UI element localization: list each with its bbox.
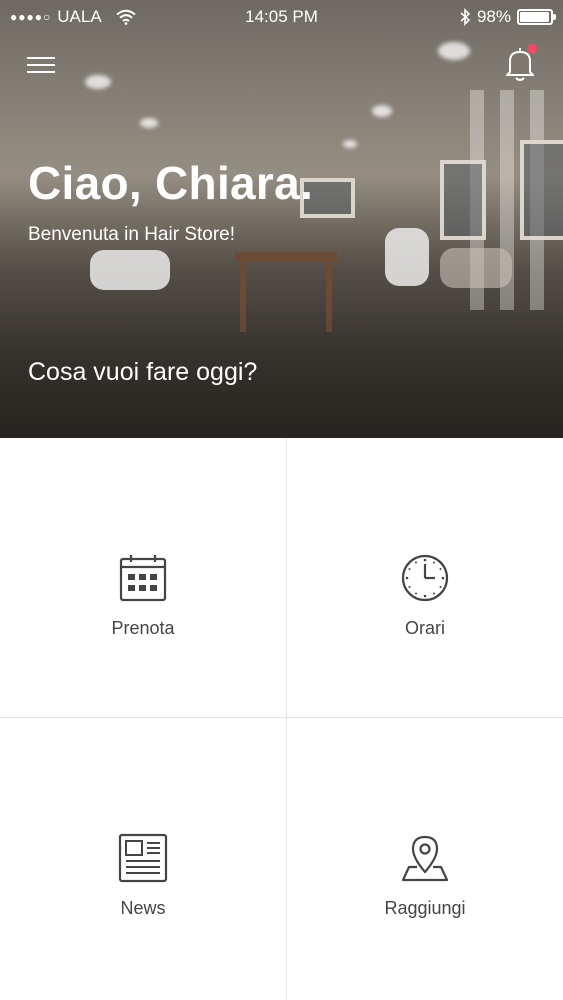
signal-strength: ●●●●○ (10, 10, 52, 24)
action-news[interactable]: News (0, 718, 286, 1000)
battery-icon (517, 9, 556, 25)
hamburger-menu-icon (27, 57, 55, 59)
salon-chair (385, 228, 429, 286)
notifications-button[interactable] (503, 44, 539, 84)
mirror (440, 160, 486, 240)
action-label: Raggiungi (384, 898, 466, 918)
salon-chair (90, 250, 170, 290)
notification-badge (527, 44, 537, 54)
clock-icon (401, 554, 449, 602)
mirror (520, 140, 563, 240)
action-prompt: Cosa vuoi fare oggi? (28, 358, 258, 386)
action-label: Orari (405, 618, 445, 638)
salon-chair (440, 248, 512, 288)
ceiling-light (438, 42, 470, 60)
hamburger-menu-icon (27, 64, 55, 66)
bluetooth-icon (460, 8, 471, 26)
action-orari[interactable]: Orari (287, 438, 563, 718)
ceiling-light (372, 105, 392, 117)
battery-percent: 98% (476, 7, 511, 26)
menu-button[interactable] (27, 52, 55, 80)
map-pin-icon (401, 835, 449, 882)
wifi-icon (116, 9, 136, 25)
action-label: Prenota (111, 618, 175, 638)
action-prenota[interactable]: Prenota (0, 438, 286, 718)
hero-banner: ●●●●○ UALA 14:05 PM 98% Ciao, Chiara. Be… (0, 0, 563, 438)
welcome-subtitle: Benvenuta in Hair Store! (28, 224, 236, 245)
action-label: News (120, 898, 166, 918)
action-grid: Prenota Orari News Raggiungi (0, 438, 563, 1000)
calendar-icon (119, 555, 167, 602)
ceiling-light (343, 140, 357, 148)
salon-table (235, 252, 337, 262)
newspaper-icon (118, 833, 168, 883)
ceiling-light (140, 118, 158, 128)
carrier-name: UALA (57, 7, 102, 26)
greeting-title: Ciao, Chiara. (28, 157, 314, 209)
ceiling-light (85, 75, 111, 89)
status-bar: ●●●●○ UALA 14:05 PM 98% (0, 0, 563, 34)
action-raggiungi[interactable]: Raggiungi (287, 718, 563, 1000)
hamburger-menu-icon (27, 71, 55, 73)
